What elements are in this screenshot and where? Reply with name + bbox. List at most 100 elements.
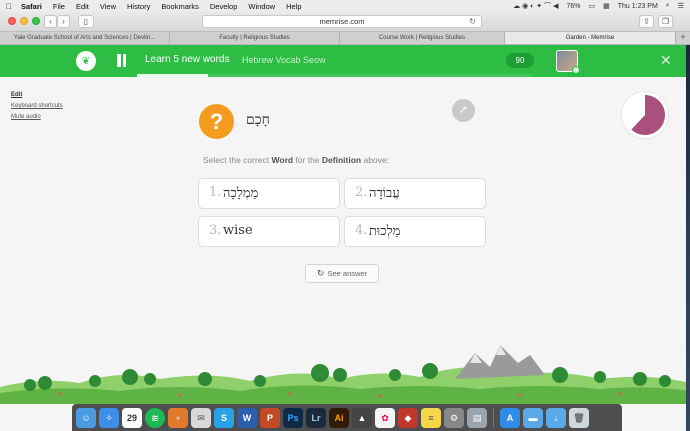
close-window-button[interactable]: [8, 17, 16, 25]
choice-number: 2.: [355, 185, 368, 200]
question-mark-icon: ?: [199, 104, 234, 139]
mute-audio-link[interactable]: Mute audio: [11, 112, 63, 123]
app-icon[interactable]: ◆: [398, 407, 418, 428]
instruction-definition: Definition: [321, 155, 362, 165]
mac-dock: ☺ ✧ 29 ≋ ♆ ✉ S W P Ps Lr Ai ▲ ✿ ◆ ≡ ⚙ ▤ …: [72, 404, 622, 431]
menu-help[interactable]: Help: [286, 2, 301, 11]
avatar[interactable]: [556, 50, 580, 74]
choice-4[interactable]: 4. מַלְכוּת: [344, 216, 486, 247]
choice-text: עֲבוֹדָה: [369, 186, 400, 201]
prompt-word: חָכָם: [246, 112, 270, 128]
downloads-icon[interactable]: ↓: [546, 407, 566, 428]
notes-icon[interactable]: ≡: [421, 407, 441, 428]
mem-help-icon[interactable]: ➚: [452, 99, 475, 122]
choice-2[interactable]: 2. עֲבוֹדָה: [344, 178, 486, 209]
tabs-overview-icon[interactable]: ❐: [658, 15, 673, 28]
choice-text: wise: [223, 223, 253, 238]
address-bar[interactable]: memrise.com ↻: [202, 15, 482, 28]
menu-history[interactable]: History: [127, 2, 150, 11]
browser-toolbar: ‹ › ▯ memrise.com ↻ ⇪ ❐: [0, 12, 690, 32]
learning-area: Edit Keyboard shortcuts Mute audio ? חָכ…: [0, 77, 690, 404]
status-icons[interactable]: ☁ ◉ ◐ ✦ ⌒ ◀: [513, 1, 558, 11]
close-icon[interactable]: ✕: [660, 53, 672, 67]
calendar-day: 29: [126, 412, 137, 423]
app-icon[interactable]: ▤: [467, 407, 487, 428]
choice-3[interactable]: 3. wise: [198, 216, 340, 247]
folder-icon[interactable]: ▬: [523, 407, 543, 428]
zoom-window-button[interactable]: [32, 17, 40, 25]
tab-faculty[interactable]: Faculty | Religious Studies: [170, 32, 340, 44]
forward-button[interactable]: ›: [57, 15, 70, 28]
new-tab-button[interactable]: +: [676, 32, 690, 44]
menu-view[interactable]: View: [100, 2, 116, 11]
choice-number: 1.: [209, 185, 222, 200]
mac-menu-bar:  Safari File Edit View History Bookmark…: [0, 0, 690, 12]
choice-text: מַמְלָכָה: [223, 186, 259, 201]
app-icon[interactable]: ♆: [168, 407, 188, 428]
choice-1[interactable]: 1. מַמְלָכָה: [198, 178, 340, 209]
see-answer-button[interactable]: ↻ See answer: [305, 264, 379, 283]
clock[interactable]: Thu 1:23 PM: [618, 3, 658, 10]
flag-icon[interactable]: ▦: [603, 2, 610, 10]
reload-icon[interactable]: ↻: [469, 16, 476, 28]
menu-bookmarks[interactable]: Bookmarks: [161, 2, 199, 11]
instruction-pre: Select the correct: [203, 155, 272, 165]
choice-number: 3.: [209, 223, 222, 238]
course-title: Hebrew Vocab Seow: [242, 55, 326, 65]
instruction-word: Word: [271, 155, 294, 165]
edit-link[interactable]: Edit: [11, 90, 63, 101]
back-button[interactable]: ‹: [44, 15, 57, 28]
apple-menu-icon[interactable]: : [6, 2, 12, 11]
choice-number: 4.: [355, 223, 368, 238]
lightroom-icon[interactable]: Lr: [306, 407, 326, 428]
photoshop-icon[interactable]: Ps: [283, 407, 303, 428]
sidebar-icon[interactable]: ▯: [78, 15, 94, 28]
session-options: Edit Keyboard shortcuts Mute audio: [11, 90, 63, 123]
trash-icon[interactable]: 🗑: [569, 407, 589, 428]
finder-icon[interactable]: ☺: [76, 407, 96, 428]
tab-bar: Yale Graduate School of Arts and Science…: [0, 32, 690, 45]
menu-safari[interactable]: Safari: [21, 2, 42, 11]
app-icon[interactable]: ▲: [352, 407, 372, 428]
app-icon[interactable]: ⚙: [444, 407, 464, 428]
share-icon[interactable]: ⇪: [639, 15, 654, 28]
minimize-window-button[interactable]: [20, 17, 28, 25]
menu-develop[interactable]: Develop: [210, 2, 238, 11]
address-url: memrise.com: [319, 17, 365, 26]
menu-list-icon[interactable]: ☰: [678, 2, 684, 10]
see-answer-label: See answer: [327, 269, 368, 278]
word-icon[interactable]: W: [237, 407, 257, 428]
skype-icon[interactable]: S: [214, 407, 234, 428]
desktop-background-edge: [686, 45, 690, 431]
menu-file[interactable]: File: [53, 2, 65, 11]
menu-edit[interactable]: Edit: [76, 2, 89, 11]
safari-icon[interactable]: ✧: [99, 407, 119, 428]
appstore-icon[interactable]: A: [500, 407, 520, 428]
instruction-post: above:: [361, 155, 389, 165]
search-icon[interactable]: ⌕: [666, 2, 670, 10]
spotify-icon[interactable]: ≋: [145, 407, 165, 428]
status-dot-icon: [572, 66, 580, 74]
tab-yale[interactable]: Yale Graduate School of Arts and Science…: [0, 32, 170, 44]
app-icon[interactable]: ✉: [191, 407, 211, 428]
tab-coursework[interactable]: Course Work | Religious Studies: [340, 32, 505, 44]
keyboard-shortcuts-link[interactable]: Keyboard shortcuts: [11, 101, 63, 112]
countdown-timer: [622, 92, 668, 138]
points-badge: 90: [506, 53, 534, 68]
timer-pie: [625, 95, 665, 135]
instruction-mid: for the: [293, 155, 322, 165]
session-title: Learn 5 new words: [145, 54, 230, 65]
illustrator-icon[interactable]: Ai: [329, 407, 349, 428]
powerpoint-icon[interactable]: P: [260, 407, 280, 428]
pause-icon[interactable]: [114, 54, 128, 68]
tab-memrise[interactable]: Garden - Memrise: [505, 32, 676, 44]
refresh-icon: ↻: [316, 268, 325, 278]
calendar-icon[interactable]: 29: [122, 407, 142, 428]
battery-icon[interactable]: ▭: [588, 2, 595, 10]
battery-percent[interactable]: 76%: [566, 3, 580, 10]
instruction-text: Select the correct Word for the Definiti…: [203, 155, 389, 165]
menu-window[interactable]: Window: [248, 2, 275, 11]
memrise-logo-icon[interactable]: ❦: [76, 51, 96, 71]
photos-icon[interactable]: ✿: [375, 407, 395, 428]
garden-landscape-illustration: [0, 345, 690, 404]
